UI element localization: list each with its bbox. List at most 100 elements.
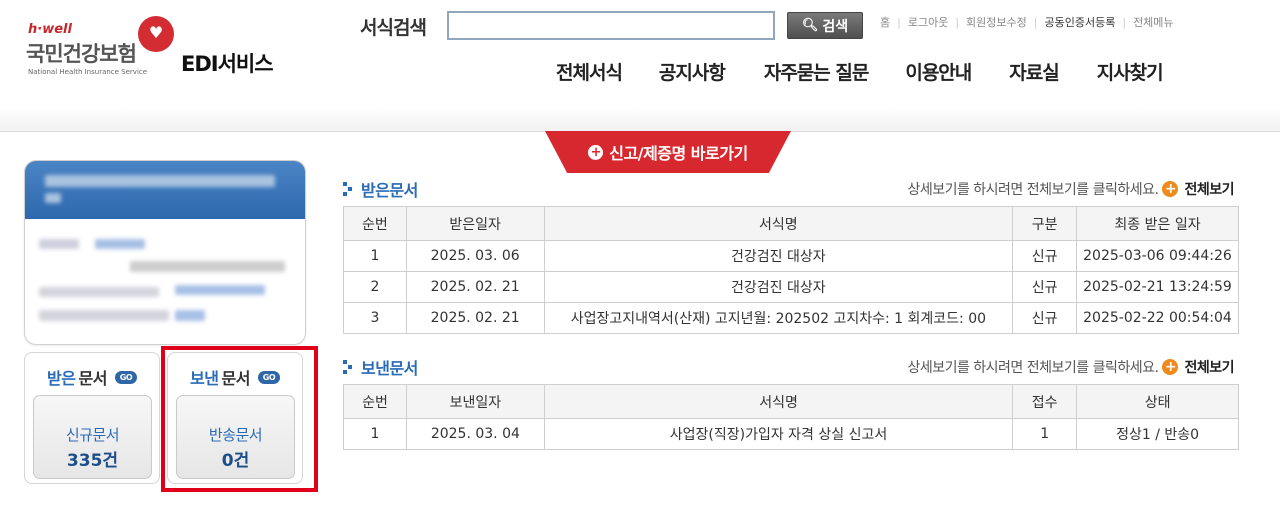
cell-type: 신규	[1012, 302, 1077, 334]
search-button[interactable]: 🔍︎ 검색	[787, 12, 863, 39]
cell-date: 2025. 03. 04	[405, 418, 545, 450]
util-separator: |	[897, 15, 901, 29]
plus-icon: +	[1162, 359, 1179, 375]
cell-no: 3	[343, 302, 407, 334]
util-logout-link[interactable]: 로그아웃	[908, 14, 948, 30]
redacted-text	[39, 239, 79, 249]
col-header: 구분	[1012, 206, 1077, 241]
logo-tagline: h·well	[28, 22, 72, 37]
report-shortcut-label: 신고/제증명 바로가기	[609, 144, 748, 163]
plus-icon: +	[1162, 181, 1179, 197]
table-header-row: 순번 보낸일자 서식명 접수 상태	[343, 384, 1239, 419]
new-docs-card[interactable]: 신규문서 335건	[33, 395, 152, 479]
received-title-rest: 문서	[78, 369, 108, 388]
table-row[interactable]: 1 2025. 03. 04 사업장(직장)가입자 자격 상실 신고서 1 정상…	[343, 418, 1239, 450]
sent-docs-table: 순번 보낸일자 서식명 접수 상태 1 2025. 03. 04 사업장(직장)…	[343, 384, 1239, 450]
report-shortcut-button[interactable]: + 신고/제증명 바로가기	[545, 131, 791, 173]
cell-no: 1	[343, 418, 407, 450]
service-title: EDI서비스	[181, 52, 274, 76]
plus-icon: +	[588, 144, 604, 160]
received-docs-table: 순번 받은일자 서식명 구분 최종 받은 일자 1 2025. 03. 06 건…	[343, 206, 1239, 334]
sent-section-title: 보낸문서	[343, 355, 418, 379]
cell-form-name[interactable]: 사업장(직장)가입자 자격 상실 신고서	[543, 418, 1014, 450]
utility-links: 홈 | 로그아웃 | 회원정보수정 | 공동인증서등록 | 전체메뉴	[880, 14, 1174, 30]
util-cert-register-link[interactable]: 공동인증서등록	[1045, 14, 1116, 30]
redacted-text	[175, 310, 205, 321]
logo-name-en: National Health Insurance Service	[28, 68, 148, 76]
logo-name-ko: 국민건강보험	[26, 42, 137, 66]
nav-all-forms[interactable]: 전체서식	[556, 58, 623, 85]
cell-last-date: 2025-02-21 13:24:59	[1076, 271, 1239, 303]
col-header: 접수	[1012, 384, 1078, 419]
redacted-text	[39, 287, 159, 297]
cell-date: 2025. 02. 21	[405, 302, 545, 334]
redacted-text	[130, 261, 285, 272]
user-info-box	[24, 160, 306, 345]
util-member-edit-link[interactable]: 회원정보수정	[966, 14, 1027, 30]
heart-logo-icon: ♥	[138, 16, 174, 52]
search-input[interactable]	[447, 11, 775, 40]
new-docs-label: 신규문서	[65, 426, 120, 444]
received-title-em: 받은	[47, 369, 76, 388]
cell-type: 신규	[1012, 271, 1077, 303]
util-separator: |	[955, 15, 960, 29]
cell-no: 1	[343, 240, 407, 272]
table-row[interactable]: 2 2025. 02. 21 건강검진 대상자 신규 2025-02-21 13…	[343, 271, 1239, 303]
nav-archive[interactable]: 자료실	[1009, 58, 1059, 85]
cell-form-name[interactable]: 건강검진 대상자	[543, 271, 1014, 303]
search-icon: 🔍︎	[801, 18, 819, 33]
section-bullet-icon	[343, 360, 353, 374]
highlight-box	[161, 346, 318, 492]
user-info-body	[25, 219, 305, 344]
cell-type: 신규	[1012, 240, 1077, 272]
nhis-logo[interactable]: h·well 국민건강보험 National Health Insurance …	[26, 16, 176, 82]
header: h·well 국민건강보험 National Health Insurance …	[0, 0, 1280, 132]
col-header: 순번	[343, 384, 407, 419]
nav-notices[interactable]: 공지사항	[659, 58, 726, 85]
util-all-menu-link[interactable]: 전체메뉴	[1133, 14, 1173, 30]
nav-guide[interactable]: 이용안내	[905, 58, 972, 85]
col-header: 서식명	[543, 384, 1014, 419]
received-docs-title: 받은 문서 GO	[25, 365, 159, 389]
cell-last-date: 2025-02-22 00:54:04	[1076, 302, 1239, 334]
col-header: 받은일자	[405, 206, 545, 241]
sent-section-title-text: 보낸문서	[361, 359, 418, 378]
redacted-text	[39, 310, 169, 321]
search-label: 서식검색	[360, 17, 427, 39]
redacted-text	[175, 285, 265, 295]
nav-branch-finder[interactable]: 지사찾기	[1097, 58, 1164, 85]
col-header: 상태	[1076, 384, 1239, 419]
table-row[interactable]: 1 2025. 03. 06 건강검진 대상자 신규 2025-03-06 09…	[343, 240, 1239, 272]
table-row[interactable]: 3 2025. 02. 21 사업장고지내역서(산재) 고지년월: 202502…	[343, 302, 1239, 334]
received-hint-text: 상세보기를 하시려면 전체보기를 클릭하세요.	[907, 182, 1159, 198]
received-docs-box: 받은 문서 GO 신규문서 335건	[24, 352, 160, 484]
received-section-title: 받은문서	[343, 177, 418, 201]
redacted-text	[45, 175, 275, 187]
redacted-text	[45, 193, 61, 203]
section-bullet-icon	[343, 182, 353, 196]
sent-view-all-link[interactable]: 전체보기	[1184, 357, 1234, 377]
util-separator: |	[1122, 15, 1127, 29]
cell-form-name[interactable]: 사업장고지내역서(산재) 고지년월: 202502 고지차수: 1 회계코드: …	[543, 302, 1014, 334]
search-button-label: 검색	[822, 18, 849, 35]
sent-section-hint: 상세보기를 하시려면 전체보기를 클릭하세요. + 전체보기	[907, 357, 1234, 377]
received-section-hint: 상세보기를 하시려면 전체보기를 클릭하세요. + 전체보기	[907, 179, 1234, 199]
util-separator: |	[1033, 15, 1038, 29]
cell-date: 2025. 03. 06	[405, 240, 545, 272]
col-header: 서식명	[543, 206, 1014, 241]
cell-date: 2025. 02. 21	[405, 271, 545, 303]
cell-status: 정상1 / 반송0	[1076, 418, 1239, 450]
col-header: 순번	[343, 206, 407, 241]
table-header-row: 순번 받은일자 서식명 구분 최종 받은 일자	[343, 206, 1239, 241]
main-nav: 전체서식 공지사항 자주묻는 질문 이용안내 자료실 지사찾기	[556, 58, 1164, 85]
received-go-button[interactable]: GO	[114, 370, 137, 384]
new-docs-count: 335건	[66, 451, 119, 471]
user-info-header	[25, 161, 305, 219]
cell-no: 2	[343, 271, 407, 303]
nav-faq[interactable]: 자주묻는 질문	[764, 58, 869, 85]
cell-form-name[interactable]: 건강검진 대상자	[543, 240, 1014, 272]
col-header: 보낸일자	[405, 384, 545, 419]
col-header: 최종 받은 일자	[1076, 206, 1239, 241]
util-home-link[interactable]: 홈	[880, 14, 890, 30]
received-view-all-link[interactable]: 전체보기	[1184, 179, 1234, 199]
